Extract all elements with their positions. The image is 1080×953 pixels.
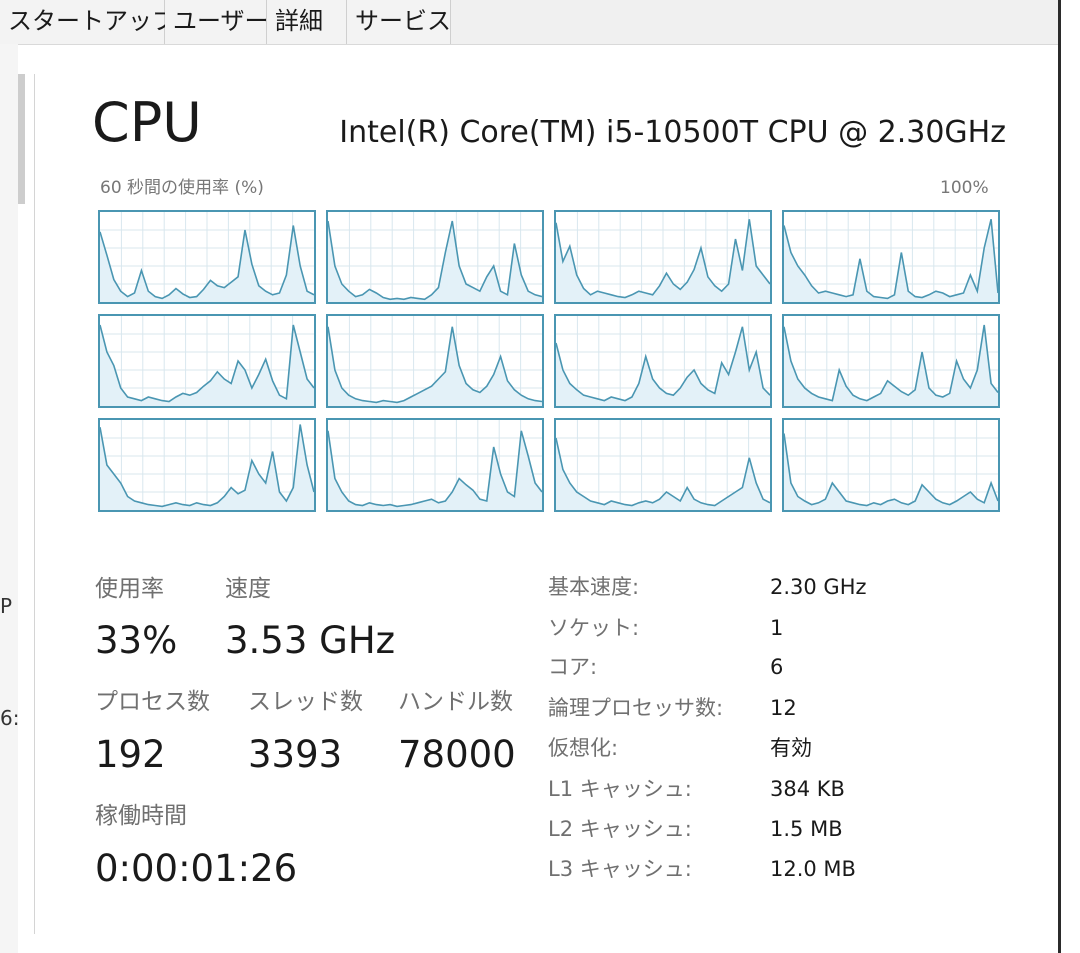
uptime-label: 稼働時間 (95, 803, 187, 829)
cpu-core-graph-plot (556, 316, 770, 406)
tab-users[interactable]: ユーザー (165, 0, 269, 44)
base-speed-value: 2.30 GHz (770, 575, 867, 599)
logical-processors-label: 論理プロセッサ数: (548, 696, 724, 720)
cpu-core-graph-plot (328, 420, 542, 510)
cpu-core-graph (554, 418, 772, 512)
cores-value: 6 (770, 655, 784, 679)
l1-cache-value: 384 KB (770, 777, 845, 801)
cpu-core-graph-plot (556, 212, 770, 302)
tab-services[interactable]: サービス (347, 0, 451, 44)
left-scrollbar[interactable] (18, 74, 25, 204)
processes-value: 192 (95, 733, 166, 776)
speed-value: 3.53 GHz (225, 619, 396, 662)
cpu-core-graph (782, 210, 1000, 304)
cpu-core-graph-plot (556, 420, 770, 510)
l1-cache-label: L1 キャッシュ: (548, 777, 692, 801)
cpu-core-graph (782, 314, 1000, 408)
speed-label: 速度 (225, 576, 271, 602)
cpu-core-graph (98, 314, 316, 408)
sockets-label: ソケット: (548, 616, 640, 640)
sockets-value: 1 (770, 616, 784, 640)
uptime-value: 0:00:01:26 (95, 847, 298, 890)
cpu-core-graph (98, 210, 316, 304)
cpu-model-name: Intel(R) Core(TM) i5-10500T CPU @ 2.30GH… (339, 115, 1006, 150)
cpu-core-graph (326, 314, 544, 408)
cores-label: コア: (548, 655, 598, 679)
handles-label: ハンドル数 (398, 689, 513, 715)
virtualization-label: 仮想化: (548, 736, 619, 760)
cpu-core-graph (554, 210, 772, 304)
cpu-core-graph (326, 210, 544, 304)
graph-max-label: 100% (940, 178, 989, 198)
usage-label: 使用率 (95, 576, 164, 602)
l2-cache-value: 1.5 MB (770, 817, 843, 841)
left-panel-edge (0, 44, 18, 953)
cpu-core-graph (326, 418, 544, 512)
tab-details[interactable]: 詳細 (267, 0, 347, 44)
cpu-core-graph (782, 418, 1000, 512)
cpu-core-graph-plot (784, 212, 998, 302)
cpu-core-graph-plot (784, 420, 998, 510)
threads-value: 3393 (248, 733, 343, 776)
graph-caption: 60 秒間の使用率 (%) (100, 178, 264, 198)
cpu-core-graph-plot (100, 316, 314, 406)
tab-bar: スタートアップ ユーザー 詳細 サービス (0, 0, 1060, 45)
panel-divider (34, 74, 35, 934)
threads-label: スレッド数 (248, 689, 363, 715)
cpu-core-graph (554, 314, 772, 408)
virtualization-value: 有効 (770, 736, 812, 760)
l2-cache-label: L2 キャッシュ: (548, 817, 692, 841)
usage-value: 33% (95, 619, 178, 662)
cpu-core-graph-plot (328, 212, 542, 302)
cpu-core-graph-plot (328, 316, 542, 406)
handles-value: 78000 (398, 733, 516, 776)
tab-startup[interactable]: スタートアップ (0, 0, 176, 44)
cpu-core-graph-plot (100, 420, 314, 510)
page-title: CPU (92, 91, 202, 154)
logical-processors-value: 12 (770, 696, 797, 720)
cpu-core-graph-plot (784, 316, 998, 406)
cpu-core-graph (98, 418, 316, 512)
processes-label: プロセス数 (95, 689, 210, 715)
l3-cache-value: 12.0 MB (770, 857, 856, 881)
l3-cache-label: L3 キャッシュ: (548, 857, 692, 881)
window-border (1058, 0, 1061, 953)
side-fragment-top: P (0, 594, 13, 618)
cpu-core-graph-plot (100, 212, 314, 302)
base-speed-label: 基本速度: (548, 575, 640, 599)
side-fragment-bottom: 6: (0, 706, 20, 730)
